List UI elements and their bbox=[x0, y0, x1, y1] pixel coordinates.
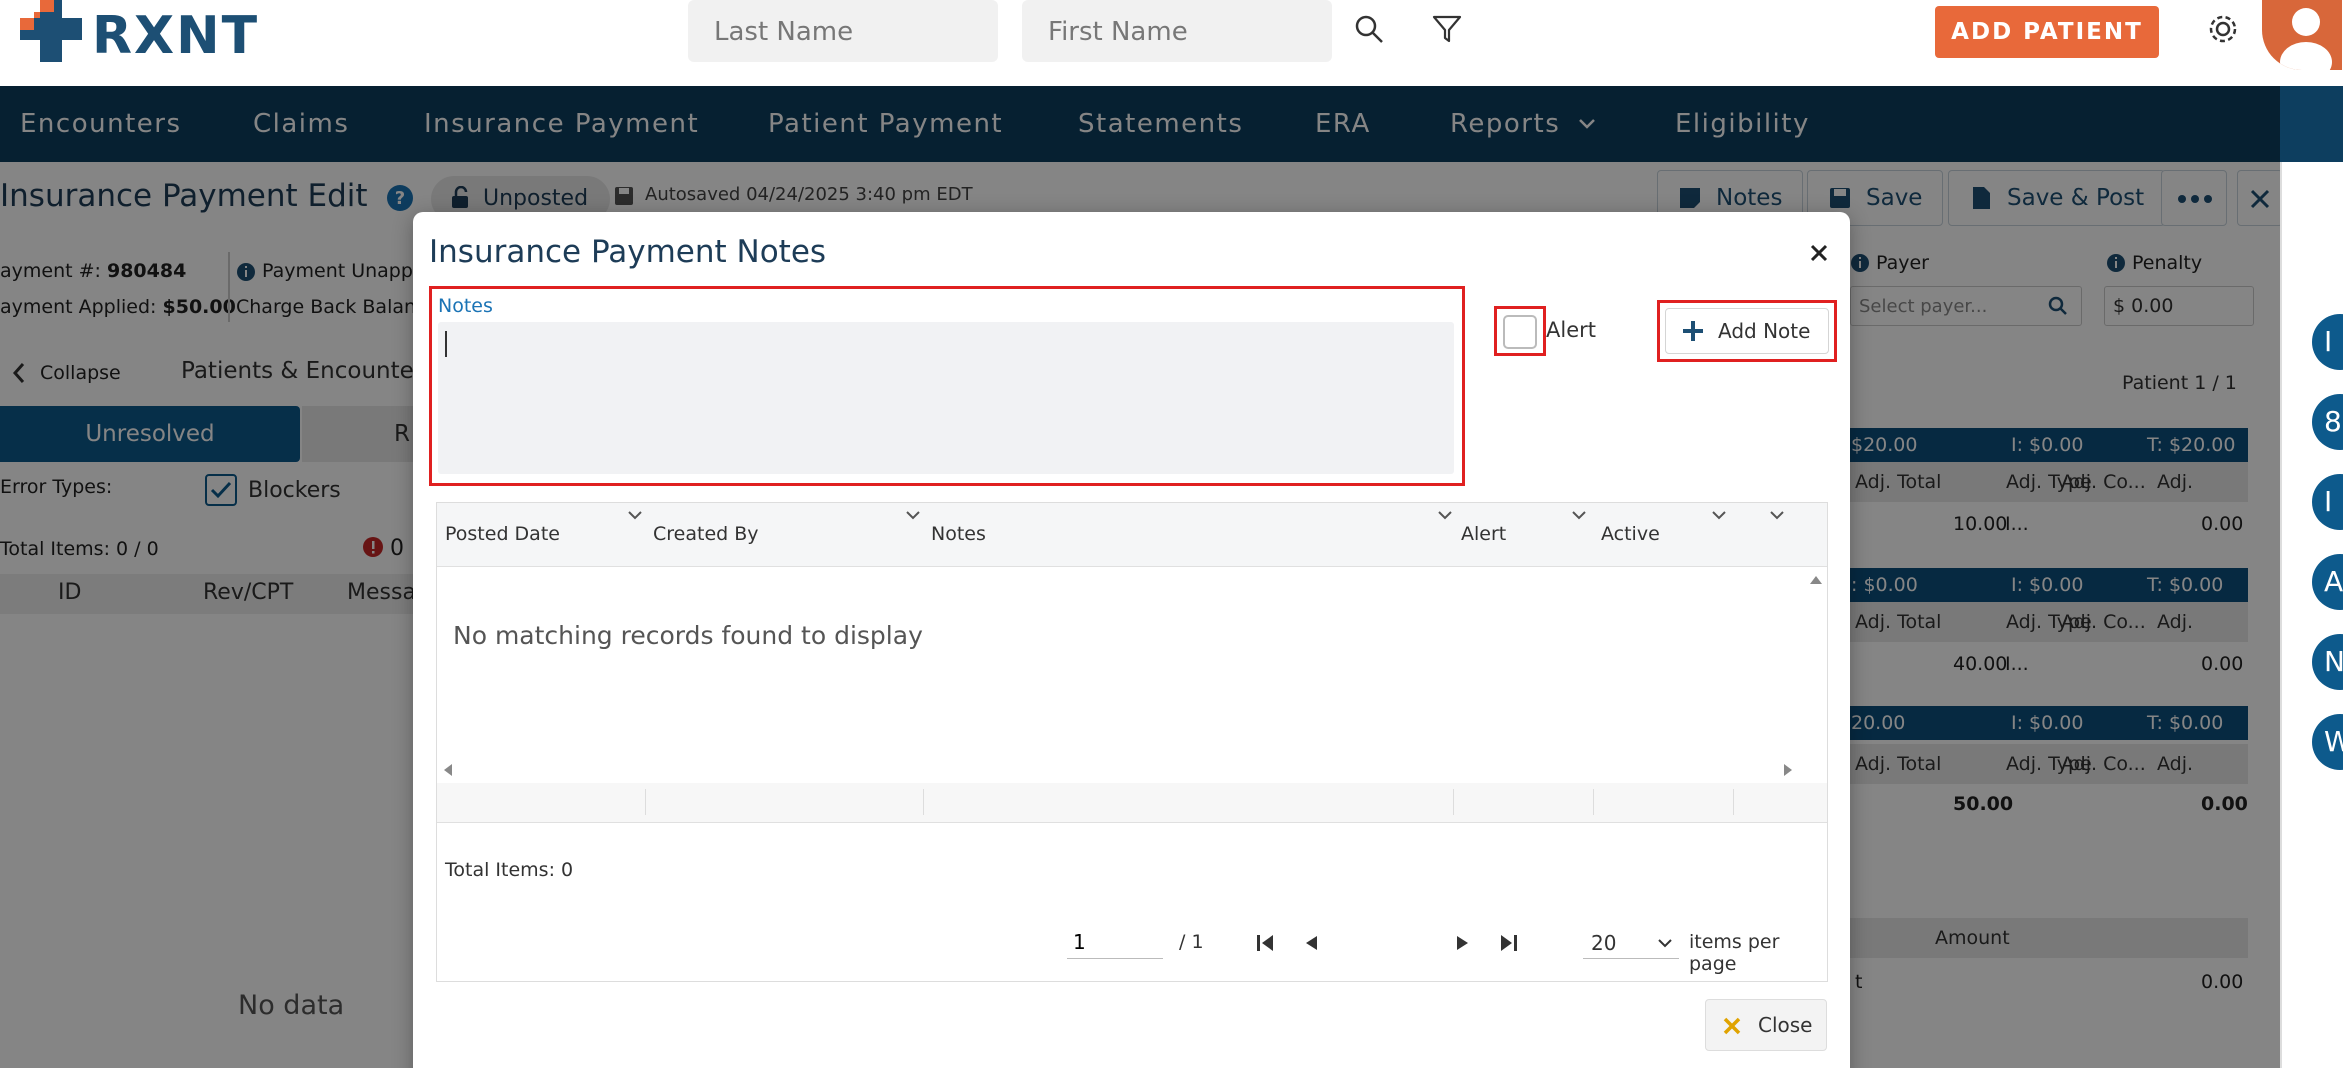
chevron-down-icon[interactable] bbox=[905, 509, 921, 521]
notes-label: Notes bbox=[438, 295, 493, 317]
chevron-down-icon[interactable] bbox=[1711, 509, 1727, 521]
alert-checkbox-highlight bbox=[1494, 306, 1546, 356]
add-patient-button[interactable]: ADD PATIENT bbox=[1935, 6, 2159, 58]
rail-item[interactable]: I bbox=[2312, 314, 2343, 370]
first-name-input[interactable]: First Name bbox=[1022, 0, 1332, 62]
text-caret bbox=[445, 331, 447, 357]
pager: / 1 20 items per page bbox=[437, 923, 1827, 975]
items-per-page-label: items per page bbox=[1689, 931, 1780, 975]
add-note-highlight: Add Note bbox=[1657, 300, 1837, 362]
col-active[interactable]: Active bbox=[1601, 523, 1660, 545]
last-page-icon[interactable] bbox=[1499, 933, 1519, 953]
chevron-down-icon bbox=[1658, 939, 1672, 948]
scroll-up-icon[interactable] bbox=[1809, 575, 1823, 585]
gear-icon[interactable] bbox=[2206, 12, 2240, 46]
modal-title: Insurance Payment Notes bbox=[429, 234, 827, 270]
scroll-left-icon[interactable] bbox=[443, 763, 453, 777]
rail-item[interactable]: N bbox=[2312, 634, 2343, 690]
scroll-right-icon[interactable] bbox=[1783, 763, 1793, 777]
empty-message: No matching records found to display bbox=[453, 621, 923, 650]
page-size-select[interactable]: 20 bbox=[1583, 925, 1679, 959]
notes-grid: Posted Date Created By Notes Alert Activ… bbox=[436, 502, 1828, 982]
chevron-down-icon[interactable] bbox=[1571, 509, 1587, 521]
last-name-input[interactable]: Last Name bbox=[688, 0, 998, 62]
plus-icon bbox=[1683, 321, 1703, 341]
total-items: Total Items: 0 bbox=[445, 859, 574, 881]
rail-item[interactable]: I bbox=[2312, 474, 2343, 530]
notes-textarea[interactable] bbox=[438, 322, 1454, 474]
alert-label: Alert bbox=[1546, 318, 1596, 342]
first-page-icon[interactable] bbox=[1255, 933, 1275, 953]
close-button[interactable]: Close bbox=[1705, 999, 1827, 1051]
right-rail: I 8 I A N W bbox=[2280, 162, 2343, 1068]
search-icon[interactable] bbox=[1354, 14, 1384, 44]
col-posted-date[interactable]: Posted Date bbox=[445, 523, 560, 545]
rail-item[interactable]: W bbox=[2312, 714, 2343, 770]
insurance-payment-notes-modal: Insurance Payment Notes Notes Alert Add … bbox=[413, 212, 1850, 1068]
grid-header: Posted Date Created By Notes Alert Activ… bbox=[437, 503, 1827, 567]
close-button-label: Close bbox=[1758, 1013, 1813, 1037]
notes-field-highlight: Notes bbox=[429, 286, 1465, 486]
next-page-icon[interactable] bbox=[1455, 933, 1471, 953]
add-note-label: Add Note bbox=[1718, 319, 1811, 343]
horizontal-scrollbar[interactable] bbox=[437, 753, 1827, 783]
grid-footer-row bbox=[437, 783, 1827, 823]
page-total: / 1 bbox=[1179, 931, 1204, 953]
col-created-by[interactable]: Created By bbox=[653, 523, 759, 545]
page-size-value: 20 bbox=[1591, 931, 1617, 955]
chevron-down-icon[interactable] bbox=[1769, 509, 1785, 521]
close-icon[interactable] bbox=[1808, 242, 1830, 264]
rxnt-cross-icon bbox=[20, 0, 82, 62]
col-alert[interactable]: Alert bbox=[1461, 523, 1506, 545]
close-icon bbox=[1723, 1017, 1741, 1035]
chevron-down-icon[interactable] bbox=[1437, 509, 1453, 521]
add-note-button[interactable]: Add Note bbox=[1665, 308, 1829, 354]
rxnt-logo[interactable]: RXNT bbox=[20, 0, 257, 66]
top-header: RXNT Last Name First Name ADD PATIENT bbox=[0, 0, 2343, 86]
rail-item[interactable]: 8 bbox=[2312, 394, 2343, 450]
user-avatar-icon bbox=[2280, 8, 2332, 70]
logo-text: RXNT bbox=[92, 6, 260, 66]
chevron-down-icon[interactable] bbox=[627, 509, 643, 521]
col-notes[interactable]: Notes bbox=[931, 523, 986, 545]
filter-icon[interactable] bbox=[1432, 14, 1462, 44]
avatar[interactable] bbox=[2262, 0, 2342, 70]
rail-item[interactable]: A bbox=[2312, 554, 2343, 610]
previous-page-icon[interactable] bbox=[1303, 933, 1319, 953]
page-number-input[interactable] bbox=[1067, 925, 1163, 959]
alert-checkbox[interactable] bbox=[1503, 315, 1537, 349]
